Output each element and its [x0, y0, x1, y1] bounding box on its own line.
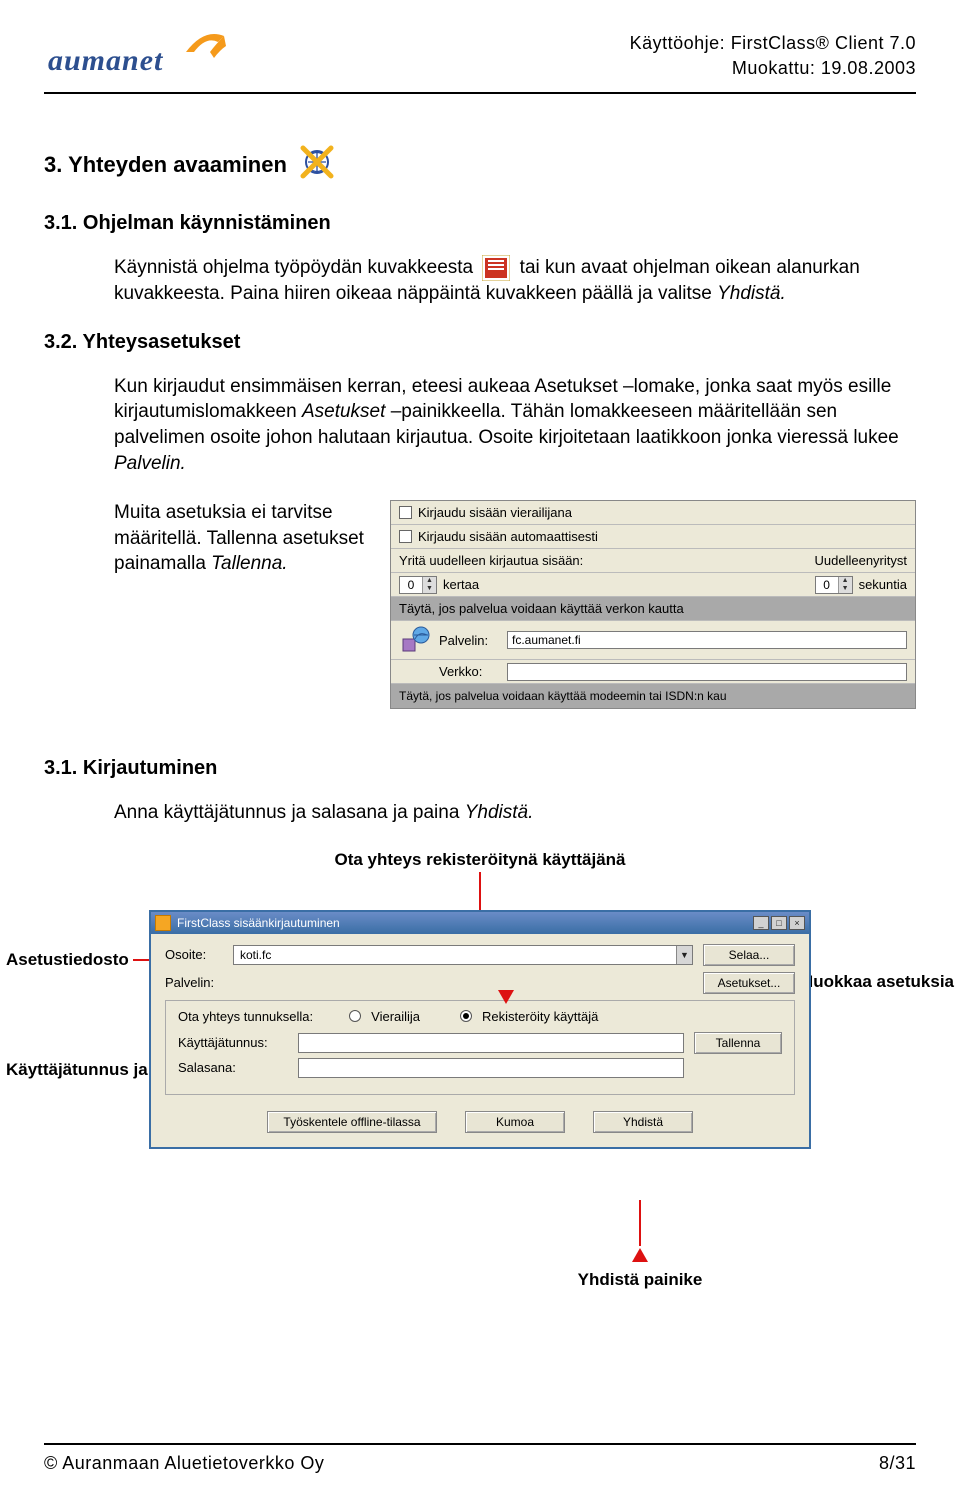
- retry-sec-value: 0: [816, 578, 838, 592]
- retry-header: Uudelleenyrityst: [815, 553, 908, 568]
- settings-button[interactable]: Asetukset...: [703, 972, 795, 994]
- section-32-title: 3.2. Yhteysasetukset: [44, 331, 916, 354]
- minimize-icon[interactable]: _: [753, 916, 769, 930]
- settings-chk-auto[interactable]: Kirjaudu sisään automaattisesti: [391, 525, 915, 549]
- retry-times-spinner[interactable]: 0 ▲▼: [399, 576, 437, 594]
- section-3-text: 3. Yhteyden avaaminen: [44, 152, 287, 178]
- retry-sec-spinner[interactable]: 0 ▲▼: [815, 576, 853, 594]
- network-input[interactable]: [507, 663, 907, 681]
- settings-chk-guest[interactable]: Kirjaudu sisään vierailijana: [391, 501, 915, 525]
- login-titlebar: FirstClass sisäänkirjautuminen _ □ ×: [151, 912, 809, 934]
- settings-server-row: Palvelin:: [391, 621, 915, 660]
- s32-p2b: Tallenna.: [211, 553, 287, 574]
- app-icon: [155, 915, 171, 931]
- close-icon[interactable]: ×: [789, 916, 805, 930]
- browse-button[interactable]: Selaa...: [703, 944, 795, 966]
- settings-network-row: Verkko:: [391, 660, 915, 684]
- radio-guest[interactable]: [349, 1010, 361, 1022]
- network-globe-icon: [399, 623, 433, 657]
- doc-meta: Käyttöohje: FirstClass® Client 7.0 Muoka…: [630, 31, 916, 80]
- net-hint-text: Täytä, jos palvelua voidaan käyttää verk…: [399, 601, 684, 616]
- maximize-icon[interactable]: □: [771, 916, 787, 930]
- address-label: Osoite:: [165, 947, 223, 962]
- section-3-title: 3. Yhteyden avaaminen: [44, 142, 916, 188]
- footer-rule: [44, 1443, 916, 1445]
- settings-retry-header: Yritä uudelleen kirjautua sisään: Uudell…: [391, 549, 915, 573]
- save-button[interactable]: Tallenna: [694, 1032, 782, 1054]
- section-31b-para: Anna käyttäjätunnus ja salasana ja paina…: [114, 800, 916, 826]
- page-footer: © Auranmaan Aluetietoverkko Oy 8/31: [44, 1443, 916, 1474]
- section-31-title: 3.1. Ohjelman käynnistäminen: [44, 212, 916, 235]
- brand-logo: aumanet: [44, 28, 234, 80]
- address-combo[interactable]: koti.fc ▼: [233, 945, 693, 965]
- isdn-hint-text: Täytä, jos palvelua voidaan käyttää mode…: [399, 689, 727, 703]
- s31b-p1b: Yhdistä.: [465, 802, 534, 823]
- address-value: koti.fc: [234, 948, 676, 962]
- page-header: aumanet Käyttöohje: FirstClass® Client 7…: [44, 28, 916, 86]
- footer-page: 8/31: [879, 1453, 916, 1474]
- password-input[interactable]: [298, 1058, 684, 1078]
- network-label: Verkko:: [439, 664, 501, 679]
- checkbox-icon[interactable]: [399, 530, 412, 543]
- radio-registered-label: Rekisteröity käyttäjä: [482, 1009, 598, 1024]
- login-diagram: Ota yhteys rekisteröitynä käyttäjänä Ase…: [44, 850, 916, 1290]
- radio-guest-label: Vierailija: [371, 1009, 420, 1024]
- doc-modified: Muokattu: 19.08.2003: [630, 56, 916, 80]
- login-credentials-group: Ota yhteys tunnuksella: Vierailija Rekis…: [165, 1000, 795, 1095]
- arrow-down-icon: [498, 990, 514, 1004]
- retry-sec-unit: sekuntia: [859, 577, 907, 592]
- s32-p1b: Asetukset: [302, 401, 391, 422]
- s31-text-c: Yhdistä.: [717, 283, 786, 304]
- retry-label: Yritä uudelleen kirjautua sisään:: [399, 553, 583, 568]
- section-32-para1: Kun kirjaudut ensimmäisen kerran, eteesi…: [114, 374, 916, 477]
- username-label: Käyttäjätunnus:: [178, 1035, 288, 1050]
- s31-text-a: Käynnistä ohjelma työpöydän kuvakkeesta: [114, 257, 473, 278]
- settings-retry-values: 0 ▲▼ kertaa 0 ▲▼ sekuntia: [391, 573, 915, 597]
- cancel-button[interactable]: Kumoa: [465, 1111, 565, 1133]
- login-server-label: Palvelin:: [165, 975, 223, 990]
- server-label: Palvelin:: [439, 633, 501, 648]
- s31b-p1a: Anna käyttäjätunnus ja salasana ja paina: [114, 802, 465, 823]
- arrow-icon: [184, 22, 228, 66]
- section-32-para2: Muita asetuksia ei tarvitse määritellä. …: [114, 500, 374, 577]
- section-31b-title: 3.1. Kirjautuminen: [44, 757, 916, 780]
- firstclass-desktop-icon: [482, 255, 510, 281]
- retry-unit: kertaa: [443, 577, 479, 592]
- login-window: FirstClass sisäänkirjautuminen _ □ × Oso…: [149, 910, 811, 1149]
- section-31-para: Käynnistä ohjelma työpöydän kuvakkeesta …: [114, 255, 916, 307]
- footer-company: © Auranmaan Aluetietoverkko Oy: [44, 1453, 324, 1474]
- chk-auto-label: Kirjaudu sisään automaattisesti: [418, 529, 598, 544]
- globe-x-icon: [297, 142, 337, 188]
- s32-p1d: Palvelin.: [114, 453, 186, 474]
- chevron-down-icon[interactable]: ▼: [676, 946, 692, 964]
- doc-title: Käyttöohje: FirstClass® Client 7.0: [630, 31, 916, 55]
- callout-connect-btn: Yhdistä painike: [578, 1270, 703, 1290]
- settings-net-hint: Täytä, jos palvelua voidaan käyttää verk…: [391, 597, 915, 621]
- username-input[interactable]: [298, 1033, 684, 1053]
- login-title: FirstClass sisäänkirjautuminen: [177, 916, 747, 930]
- callout-settings-file: Asetustiedosto: [6, 950, 129, 970]
- checkbox-icon[interactable]: [399, 506, 412, 519]
- arrow-up-icon: [632, 1248, 648, 1262]
- retry-times-value: 0: [400, 578, 422, 592]
- callout-registered: Ota yhteys rekisteröitynä käyttäjänä: [334, 850, 625, 870]
- offline-button[interactable]: Työskentele offline-tilassa: [267, 1111, 437, 1133]
- callout-edit-settings: Muokkaa asetuksia: [799, 972, 954, 992]
- settings-isdn-hint: Täytä, jos palvelua voidaan käyttää mode…: [391, 684, 915, 708]
- connect-as-label: Ota yhteys tunnuksella:: [178, 1009, 313, 1024]
- password-label: Salasana:: [178, 1060, 288, 1075]
- brand-name: aumanet: [48, 44, 163, 78]
- settings-panel: Kirjaudu sisään vierailijana Kirjaudu si…: [390, 500, 916, 709]
- server-input[interactable]: [507, 631, 907, 649]
- chk-guest-label: Kirjaudu sisään vierailijana: [418, 505, 572, 520]
- connect-button[interactable]: Yhdistä: [593, 1111, 693, 1133]
- radio-registered[interactable]: [460, 1010, 472, 1022]
